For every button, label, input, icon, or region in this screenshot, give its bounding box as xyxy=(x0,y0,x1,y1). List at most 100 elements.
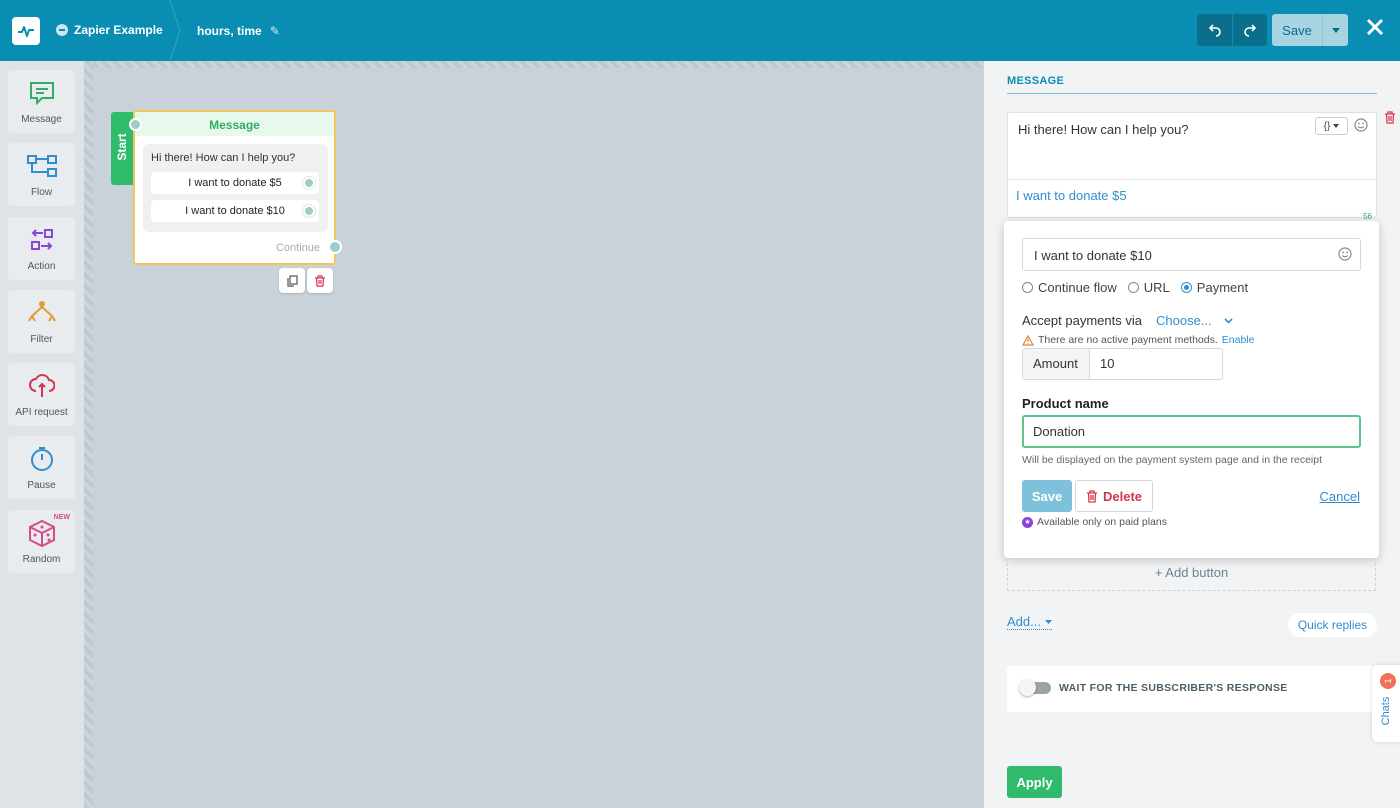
pencil-icon[interactable]: ✎ xyxy=(270,24,280,38)
delete-node-button[interactable] xyxy=(307,268,333,293)
chevron-down-icon xyxy=(1224,317,1233,324)
message-editor[interactable]: Hi there! How can I help you? {} I want … xyxy=(1007,112,1377,221)
caret-down-icon xyxy=(1333,124,1340,128)
variables-icon: {} xyxy=(1323,120,1331,132)
variables-dropdown[interactable]: {} xyxy=(1315,117,1348,135)
chats-label: Chats xyxy=(1380,696,1392,726)
payment-warning: There are no active payment methods. Ena… xyxy=(1022,334,1254,346)
add-button[interactable]: + Add button xyxy=(1007,558,1376,591)
chats-tab[interactable]: 1 Chats xyxy=(1372,665,1400,742)
node-message-text: Hi there! How can I help you? xyxy=(151,152,296,164)
emoji-icon xyxy=(1354,118,1368,132)
message-textarea[interactable]: Hi there! How can I help you? xyxy=(1018,122,1189,137)
save-dropdown-button[interactable] xyxy=(1322,14,1348,46)
breadcrumb-flow[interactable]: hours, time ✎ xyxy=(197,24,280,38)
amount-label: Amount xyxy=(1023,349,1090,379)
undo-icon xyxy=(1208,24,1221,37)
caret-down-icon xyxy=(1331,27,1340,33)
radio-icon[interactable] xyxy=(1022,282,1033,293)
top-bar: Zapier Example hours, time ✎ Save xyxy=(0,0,1400,61)
add-content-dropdown[interactable]: Add... xyxy=(1007,614,1052,630)
apply-button[interactable]: Apply xyxy=(1007,766,1062,798)
wait-response-toggle[interactable] xyxy=(1019,679,1051,696)
trash-icon xyxy=(1385,111,1395,124)
popup-cancel-link[interactable]: Cancel xyxy=(1320,489,1360,504)
emoji-button[interactable] xyxy=(1338,247,1352,264)
start-label: Start xyxy=(115,133,129,161)
delete-message-button[interactable] xyxy=(1384,111,1396,127)
radio-selected-icon[interactable] xyxy=(1180,282,1192,293)
random-icon xyxy=(28,519,55,547)
tool-flow[interactable]: Flow xyxy=(8,143,75,206)
copy-icon xyxy=(287,274,298,287)
bot-name: Zapier Example xyxy=(74,23,163,37)
node-button[interactable]: I want to donate $5 xyxy=(151,172,319,194)
tool-api-request[interactable]: API request xyxy=(8,363,75,426)
radio-icon[interactable] xyxy=(1127,282,1139,293)
wait-response-label: WAIT FOR THE SUBSCRIBER'S RESPONSE xyxy=(1059,682,1288,694)
action-icon xyxy=(30,229,53,250)
section-title: MESSAGE xyxy=(1007,75,1065,87)
message-button-link[interactable]: I want to donate $5 xyxy=(1016,188,1127,203)
breadcrumb-bot[interactable]: Zapier Example xyxy=(56,23,163,37)
popup-delete-button[interactable]: Delete xyxy=(1075,480,1153,512)
tool-label: Message xyxy=(21,114,62,125)
breadcrumb-separator xyxy=(169,0,181,61)
node-button-connector[interactable] xyxy=(303,205,315,217)
tool-random[interactable]: NEW Random xyxy=(8,510,75,573)
node-continue-label: Continue xyxy=(275,242,320,254)
tool-message[interactable]: Message xyxy=(8,70,75,133)
close-button[interactable] xyxy=(1363,17,1387,41)
canvas-border-left xyxy=(84,61,93,808)
paid-note-text: Available only on paid plans xyxy=(1037,516,1167,528)
trash-icon xyxy=(1086,489,1097,503)
option-url[interactable]: URL xyxy=(1127,280,1170,295)
tool-action[interactable]: Action xyxy=(8,217,75,280)
option-continue-flow[interactable]: Continue flow xyxy=(1022,280,1117,295)
tool-filter[interactable]: Filter xyxy=(8,290,75,353)
flow-name: hours, time xyxy=(197,24,262,38)
undo-button[interactable] xyxy=(1197,14,1232,46)
message-node[interactable]: Message Hi there! How can I help you? I … xyxy=(129,110,342,265)
popup-save-button[interactable]: Save xyxy=(1022,480,1072,512)
option-label: URL xyxy=(1143,280,1170,295)
node-input-connector[interactable] xyxy=(129,118,142,131)
messenger-icon xyxy=(56,24,68,36)
app-logo[interactable] xyxy=(12,17,40,45)
amount-field[interactable]: Amount 10 xyxy=(1022,348,1223,380)
tool-pause[interactable]: Pause xyxy=(8,436,75,499)
node-continue-connector[interactable] xyxy=(328,240,342,254)
chats-count-badge: 1 xyxy=(1380,673,1396,689)
redo-icon xyxy=(1244,24,1257,37)
product-name-input[interactable]: Donation xyxy=(1022,415,1361,448)
node-button-label: I want to donate $5 xyxy=(188,177,282,189)
tool-label: Filter xyxy=(30,334,53,345)
option-payment[interactable]: Payment xyxy=(1180,280,1248,295)
close-icon xyxy=(1366,18,1384,36)
pulse-icon xyxy=(18,26,34,37)
button-text-value: I want to donate $10 xyxy=(1034,248,1152,263)
button-type-options: Continue flow URL Payment xyxy=(1022,280,1248,295)
button-text-input[interactable]: I want to donate $10 xyxy=(1022,238,1361,271)
star-icon: ★ xyxy=(1022,516,1033,528)
delete-label: Delete xyxy=(1102,488,1143,504)
tool-label: Flow xyxy=(30,187,53,198)
payment-method-dropdown[interactable]: Choose... xyxy=(1156,313,1233,328)
save-button[interactable]: Save xyxy=(1272,14,1322,46)
duplicate-node-button[interactable] xyxy=(279,268,305,293)
emoji-icon xyxy=(1338,247,1352,261)
button-edit-popup: I want to donate $10 Continue flow URL P… xyxy=(1004,221,1379,558)
paid-plan-note: ★ Available only on paid plans xyxy=(1022,516,1167,528)
emoji-button[interactable] xyxy=(1354,118,1368,135)
enable-link[interactable]: Enable xyxy=(1222,334,1255,346)
api-request-icon xyxy=(28,374,55,397)
editor-divider xyxy=(1008,179,1376,180)
tool-label: Pause xyxy=(27,480,56,491)
node-button-connector[interactable] xyxy=(303,177,315,189)
tool-label: API request xyxy=(15,407,68,418)
redo-button[interactable] xyxy=(1232,14,1267,46)
product-name-label: Product name xyxy=(1022,396,1109,411)
amount-input[interactable]: 10 xyxy=(1090,349,1114,379)
node-button[interactable]: I want to donate $10 xyxy=(151,200,319,222)
quick-replies-button[interactable]: Quick replies xyxy=(1288,613,1377,637)
